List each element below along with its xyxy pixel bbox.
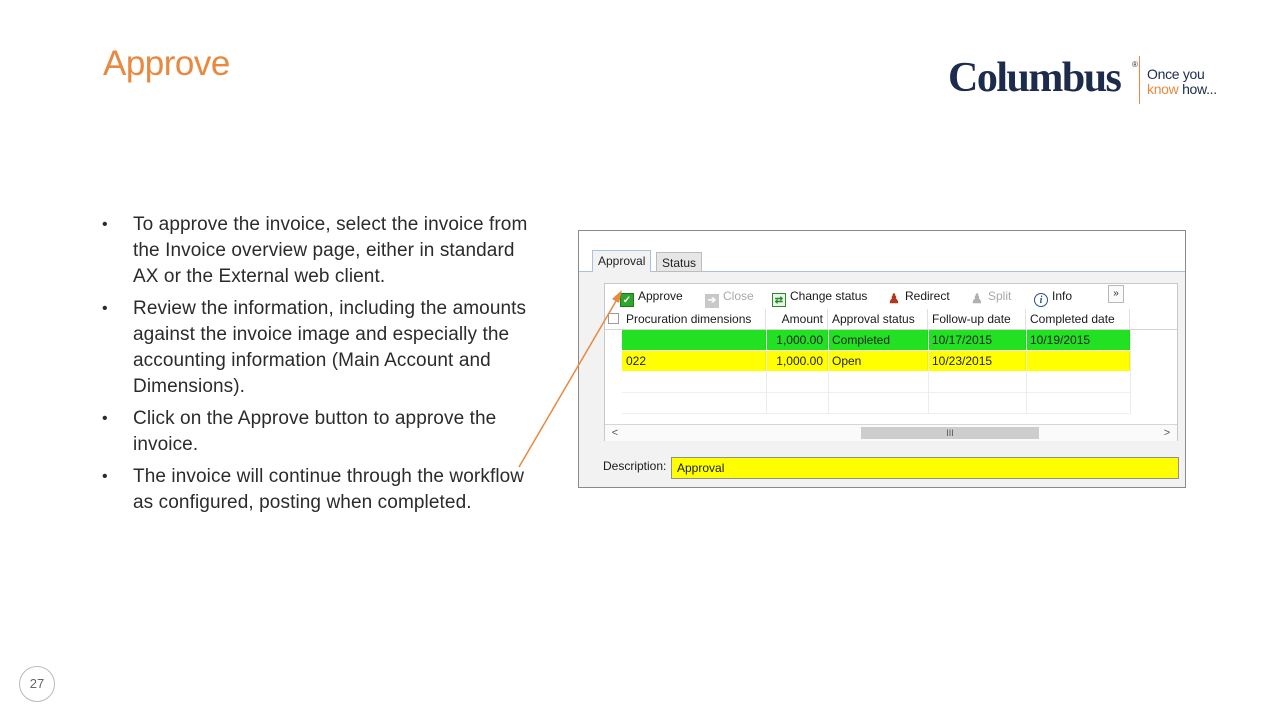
bullet-dot: • <box>102 216 108 233</box>
description-field[interactable]: Approval <box>671 457 1179 479</box>
bullet-text: Click on the Approve button to approve t… <box>133 408 497 455</box>
bullet-text: To approve the invoice, select the invoi… <box>133 214 528 287</box>
slide-title: Approve <box>103 44 230 83</box>
logo-tagline-know: know <box>1147 81 1179 97</box>
column-divider <box>928 330 929 414</box>
table-row[interactable]: 1,000.00 Completed 10/17/2015 10/19/2015 <box>622 330 1130 350</box>
cell-amount: 1,000.00 <box>766 351 828 371</box>
bullet-text: The invoice will continue through the wo… <box>133 466 525 513</box>
col-header-amount[interactable]: Amount <box>766 309 828 329</box>
close-button[interactable]: ➔ Close <box>705 287 754 308</box>
approval-grid: ✓ Approve ➔ Close ⇄ Change status ♟ Redirect… <box>604 283 1178 441</box>
bullet-item: • To approve the invoice, select the invo… <box>102 212 542 290</box>
bullet-dot: • <box>102 410 108 427</box>
grid-header: Procuration dimensions Amount Approval s… <box>605 309 1177 330</box>
approve-label: Approve <box>638 289 683 303</box>
cell-completed-date <box>1026 351 1130 371</box>
description-label: Description: <box>603 459 667 473</box>
redirect-user-icon: ♟ <box>888 291 900 306</box>
bullet-item: • Review the information, including the a… <box>102 296 542 400</box>
cell-completed-date: 10/19/2015 <box>1026 330 1130 350</box>
grid-rows: 1,000.00 Completed 10/17/2015 10/19/2015… <box>622 330 1178 414</box>
scroll-right-arrow-icon[interactable]: > <box>1159 425 1175 441</box>
bullet-item: • The invoice will continue through the w… <box>102 464 542 516</box>
logo-tagline-line1: Once you <box>1147 66 1205 82</box>
column-divider <box>766 330 767 414</box>
change-status-button[interactable]: ⇄ Change status <box>772 287 868 307</box>
logo-tagline-rest: how... <box>1178 81 1217 97</box>
scroll-left-arrow-icon[interactable]: < <box>607 425 623 441</box>
change-status-label: Change status <box>790 289 868 303</box>
cell-dimensions: 022 <box>622 351 766 371</box>
info-icon: i <box>1034 293 1048 307</box>
column-divider <box>828 330 829 414</box>
approve-check-icon: ✓ <box>620 293 634 307</box>
bullet-dot: • <box>102 468 108 485</box>
approve-button[interactable]: ✓ Approve <box>620 287 683 307</box>
cell-approval-status: Open <box>828 351 928 371</box>
close-arrow-icon: ➔ <box>705 294 719 308</box>
cell-follow-up-date: 10/23/2015 <box>928 351 1026 371</box>
empty-row <box>622 372 1130 393</box>
column-divider <box>1130 330 1131 414</box>
cell-amount: 1,000.00 <box>766 330 828 350</box>
tab-status[interactable]: Status <box>656 252 703 272</box>
empty-row <box>622 393 1130 414</box>
page-number: 27 <box>19 666 55 702</box>
close-label: Close <box>723 289 754 303</box>
redirect-label: Redirect <box>905 289 950 303</box>
columbus-logo: Columbus ® Once you know how... <box>948 56 1228 106</box>
cell-dimensions <box>622 330 766 350</box>
logo-registered-mark: ® <box>1132 60 1138 69</box>
ax-approval-panel: Approval Status ✓ Approve ➔ Close ⇄ Change … <box>578 230 1186 488</box>
info-label: Info <box>1052 289 1073 303</box>
bullet-item: • Click on the Approve button to approve … <box>102 406 542 458</box>
horizontal-scrollbar[interactable]: < III > <box>605 424 1177 441</box>
bullet-text: Review the information, including the am… <box>133 298 527 397</box>
table-row[interactable]: 022 1,000.00 Open 10/23/2015 <box>622 351 1130 371</box>
bullet-list: • To approve the invoice, select the invo… <box>102 212 542 522</box>
split-label: Split <box>988 289 1012 303</box>
logo-wordmark: Columbus <box>948 55 1122 101</box>
select-all-checkbox[interactable] <box>608 313 619 324</box>
bullet-dot: • <box>102 300 108 317</box>
cell-approval-status: Completed <box>828 330 928 350</box>
change-status-icon: ⇄ <box>772 293 786 307</box>
logo-divider <box>1139 56 1140 104</box>
col-header-completed-date[interactable]: Completed date <box>1026 309 1130 329</box>
cell-follow-up-date: 10/17/2015 <box>928 330 1026 350</box>
tab-approval[interactable]: Approval <box>592 250 652 272</box>
col-header-procuration-dimensions[interactable]: Procuration dimensions <box>622 309 766 329</box>
split-button[interactable]: ♟ Split <box>970 287 1012 306</box>
scroll-thumb[interactable]: III <box>861 427 1039 439</box>
column-divider <box>1026 330 1027 414</box>
col-header-approval-status[interactable]: Approval status <box>828 309 928 329</box>
col-header-follow-up-date[interactable]: Follow-up date <box>928 309 1026 329</box>
grid-toolbar: ✓ Approve ➔ Close ⇄ Change status ♟ Redirect… <box>605 284 1177 308</box>
info-button[interactable]: i Info <box>1034 287 1073 307</box>
toolbar-overflow-button[interactable]: » <box>1108 285 1124 303</box>
split-users-icon: ♟ <box>971 291 983 306</box>
redirect-button[interactable]: ♟ Redirect <box>887 287 950 306</box>
logo-tagline-line2: know how... <box>1147 81 1217 97</box>
